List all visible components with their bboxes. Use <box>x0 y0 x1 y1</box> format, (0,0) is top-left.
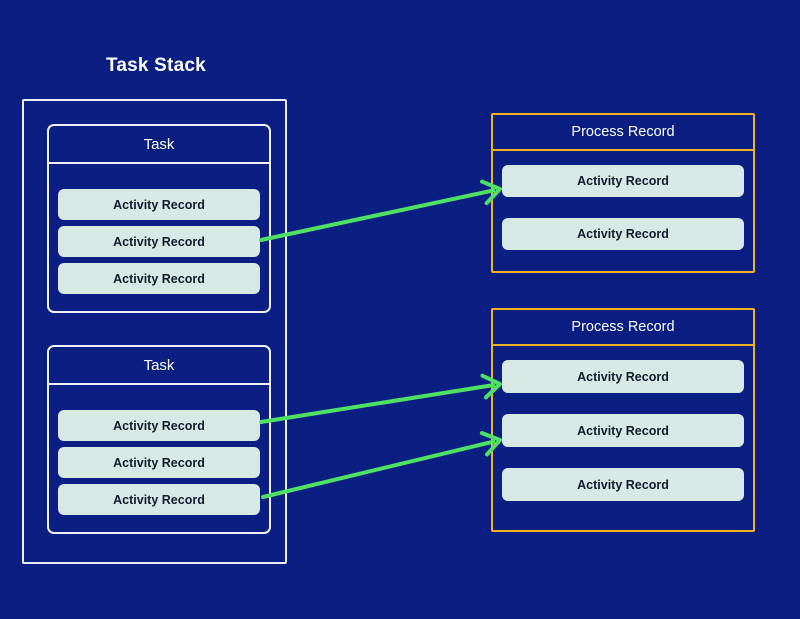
page-title: Task Stack <box>106 55 206 76</box>
task-header-2: Task <box>49 347 269 385</box>
arrow-task2-activity1-to-process2-activity1 <box>259 373 502 424</box>
activity-record[interactable]: Activity Record <box>58 189 260 220</box>
task-box-1: Task Activity Record Activity Record Act… <box>47 124 271 313</box>
process-record-header-1: Process Record <box>493 115 753 151</box>
process-record-header-label: Process Record <box>571 319 675 335</box>
arrow-task1-activity2-to-process1-activity1 <box>259 179 502 242</box>
activity-record[interactable]: Activity Record <box>502 360 744 393</box>
activity-record[interactable]: Activity Record <box>502 414 744 447</box>
task-body-2: Activity Record Activity Record Activity… <box>49 385 269 532</box>
activity-record[interactable]: Activity Record <box>58 484 260 515</box>
process-record-header-2: Process Record <box>493 310 753 346</box>
arrow-task2-activity3-to-process2-activity2 <box>261 431 502 499</box>
activity-record[interactable]: Activity Record <box>58 447 260 478</box>
activity-record[interactable]: Activity Record <box>502 468 744 501</box>
task-header-1: Task <box>49 126 269 164</box>
process-record-box-2: Process Record Activity Record Activity … <box>491 308 755 532</box>
activity-record[interactable]: Activity Record <box>58 263 260 294</box>
arrow-shaft <box>259 188 496 242</box>
activity-record[interactable]: Activity Record <box>58 226 260 257</box>
process-record-body-2: Activity Record Activity Record Activity… <box>493 346 753 530</box>
task-header-label: Task <box>143 135 175 153</box>
process-record-header-label: Process Record <box>571 124 675 140</box>
task-body-1: Activity Record Activity Record Activity… <box>49 164 269 311</box>
task-box-2: Task Activity Record Activity Record Act… <box>47 345 271 534</box>
activity-record[interactable]: Activity Record <box>502 165 744 197</box>
activity-record[interactable]: Activity Record <box>58 410 260 441</box>
arrow-shaft <box>261 439 496 499</box>
arrow-shaft <box>259 383 496 424</box>
diagram-canvas: Task Stack Task Activity Record Activity… <box>0 0 800 619</box>
process-record-body-1: Activity Record Activity Record <box>493 151 753 271</box>
activity-record[interactable]: Activity Record <box>502 218 744 250</box>
task-header-label: Task <box>143 356 175 374</box>
process-record-box-1: Process Record Activity Record Activity … <box>491 113 755 273</box>
